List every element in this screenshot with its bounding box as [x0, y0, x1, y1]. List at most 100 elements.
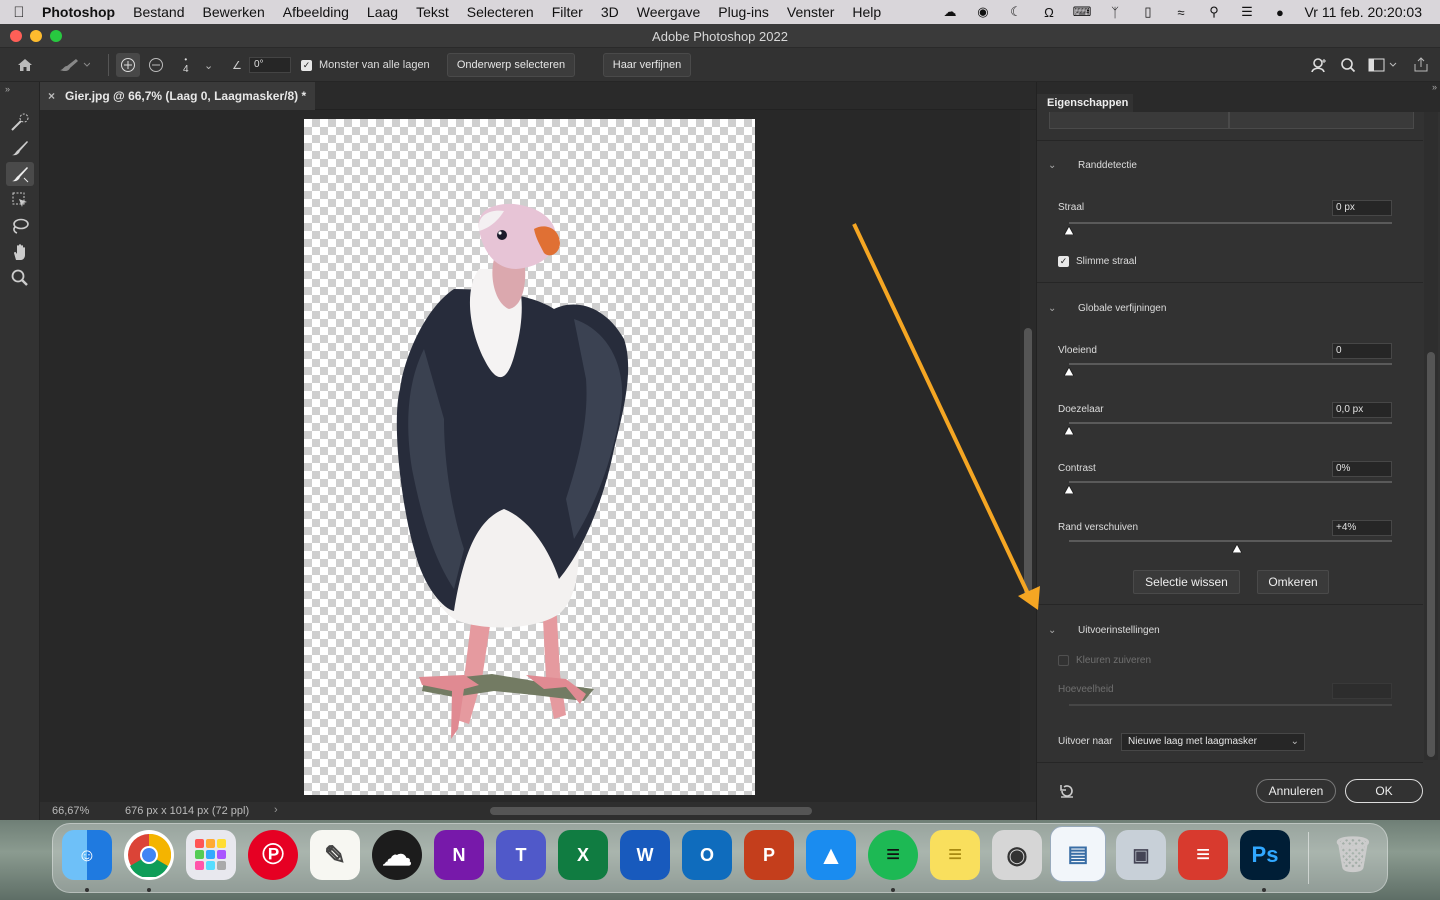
- share-user-icon[interactable]: [1310, 48, 1328, 82]
- partial-mode-button-right[interactable]: [1229, 112, 1414, 129]
- canvas-vertical-scroll-thumb[interactable]: [1024, 328, 1032, 598]
- pinterest-icon[interactable]: ℗: [248, 830, 298, 880]
- decontaminate-colors-checkbox[interactable]: [1058, 655, 1069, 666]
- search-icon[interactable]: [1340, 48, 1356, 82]
- lasso-tool-icon[interactable]: [6, 214, 34, 238]
- wifi-icon[interactable]: ≈: [1164, 5, 1197, 20]
- shift-edge-field[interactable]: +4%: [1332, 520, 1392, 536]
- launchpad-icon[interactable]: [186, 830, 236, 880]
- menu-laag[interactable]: Laag: [358, 4, 407, 20]
- menu-app-photoshop[interactable]: Photoshop: [38, 4, 124, 20]
- document-tab[interactable]: × Gier.jpg @ 66,7% (Laag 0, Laagmasker/8…: [40, 82, 315, 110]
- spotlight-search-icon[interactable]: ⚲: [1197, 4, 1230, 20]
- keynote-icon[interactable]: ▲: [806, 830, 856, 880]
- photoshop-dock-icon[interactable]: Ps: [1240, 830, 1290, 880]
- image-canvas[interactable]: [304, 119, 755, 795]
- canvas-vertical-scrollbar[interactable]: [1020, 110, 1036, 802]
- home-icon[interactable]: [16, 48, 34, 82]
- properties-scrollbar[interactable]: [1424, 112, 1438, 760]
- word-icon[interactable]: W: [620, 830, 670, 880]
- angle-field[interactable]: 0°: [249, 57, 291, 73]
- menu-bewerken[interactable]: Bewerken: [193, 4, 273, 20]
- quick-selection-tool-icon[interactable]: [6, 110, 34, 134]
- radius-slider-thumb[interactable]: [1064, 226, 1074, 235]
- control-center-icon[interactable]: ☰: [1230, 4, 1263, 20]
- trash-icon[interactable]: 🗑: [1328, 830, 1378, 880]
- outlook-icon[interactable]: O: [682, 830, 732, 880]
- reset-icon[interactable]: [1058, 782, 1076, 805]
- invert-button[interactable]: Omkeren: [1257, 570, 1329, 594]
- canvas-horizontal-scroll-thumb[interactable]: [490, 807, 812, 815]
- edge-detection-header[interactable]: ⌄ Randdetectie: [1048, 157, 1137, 173]
- chevron-down-icon[interactable]: ⌄: [1048, 303, 1058, 314]
- shift-edge-slider-track[interactable]: [1069, 540, 1392, 542]
- brush-size-picker[interactable]: • 4: [183, 48, 189, 82]
- menu-bestand[interactable]: Bestand: [124, 4, 193, 20]
- output-to-select[interactable]: Nieuwe laag met laagmasker ⌄: [1121, 733, 1305, 751]
- smooth-slider-track[interactable]: [1069, 363, 1392, 365]
- screenshot-icon[interactable]: ◉: [992, 830, 1042, 880]
- menu-venster[interactable]: Venster: [778, 4, 843, 20]
- contrast-field[interactable]: 0%: [1332, 461, 1392, 477]
- menu-3d[interactable]: 3D: [592, 4, 628, 20]
- menu-filter[interactable]: Filter: [543, 4, 592, 20]
- brush-tool-icon[interactable]: [6, 136, 34, 160]
- menu-plug-ins[interactable]: Plug-ins: [709, 4, 778, 20]
- battery-icon[interactable]: ▯: [1131, 4, 1164, 20]
- contrast-slider-thumb[interactable]: [1064, 485, 1074, 494]
- spotify-icon[interactable]: ≡: [868, 830, 918, 880]
- moon-icon[interactable]: ☾: [999, 4, 1032, 20]
- apple-icon[interactable]: : [0, 4, 38, 21]
- preview-icon[interactable]: ▣: [1116, 830, 1166, 880]
- share-export-icon[interactable]: [1413, 48, 1429, 82]
- menu-help[interactable]: Help: [843, 4, 890, 20]
- menu-afbeelding[interactable]: Afbeelding: [274, 4, 358, 20]
- sample-all-layers-checkbox[interactable]: ✓: [301, 59, 312, 71]
- powerpoint-icon[interactable]: P: [744, 830, 794, 880]
- todoist-icon[interactable]: ≡: [1178, 830, 1228, 880]
- object-selection-tool-icon[interactable]: [6, 188, 34, 212]
- refine-brush-preset-icon[interactable]: [58, 48, 90, 82]
- chevron-down-icon[interactable]: ⌄: [204, 48, 213, 82]
- refine-edge-brush-tool-icon[interactable]: [6, 162, 34, 186]
- menu-tekst[interactable]: Tekst: [407, 4, 458, 20]
- chevron-down-icon[interactable]: ⌄: [1048, 160, 1058, 171]
- radius-slider-track[interactable]: [1069, 222, 1392, 224]
- select-subject-button[interactable]: Onderwerp selecteren: [447, 53, 575, 77]
- menu-selecteren[interactable]: Selecteren: [458, 4, 543, 20]
- chevron-down-icon[interactable]: ⌄: [1048, 625, 1058, 636]
- cancel-button[interactable]: Annuleren: [1256, 779, 1336, 803]
- shift-edge-slider-thumb[interactable]: [1231, 544, 1242, 553]
- close-document-icon[interactable]: ×: [48, 89, 55, 103]
- canvas-workspace[interactable]: [40, 110, 1020, 802]
- radius-field[interactable]: 0 px: [1332, 200, 1392, 216]
- siri-icon[interactable]: ●: [1263, 5, 1296, 20]
- feather-slider-thumb[interactable]: [1064, 426, 1074, 435]
- ok-button[interactable]: OK: [1345, 779, 1423, 803]
- chevron-right-icon[interactable]: ›: [274, 804, 278, 816]
- textedit-icon[interactable]: ✎: [310, 830, 360, 880]
- menubar-clock[interactable]: Vr 11 feb. 20:20:03: [1296, 4, 1440, 20]
- keyboard-icon[interactable]: ⌨: [1065, 4, 1098, 20]
- menu-weergave[interactable]: Weergave: [628, 4, 710, 20]
- smart-radius-checkbox[interactable]: ✓: [1058, 256, 1069, 267]
- teams-icon[interactable]: T: [496, 830, 546, 880]
- smooth-slider-thumb[interactable]: [1064, 367, 1074, 376]
- properties-tab[interactable]: Eigenschappen: [1037, 94, 1133, 112]
- zoom-level[interactable]: 66,67%: [52, 805, 89, 817]
- partial-mode-button-left[interactable]: [1049, 112, 1229, 129]
- output-settings-header[interactable]: ⌄ Uitvoerinstellingen: [1048, 622, 1160, 638]
- preview-windows-icon[interactable]: ▤: [1050, 826, 1106, 882]
- refine-hair-button[interactable]: Haar verfijnen: [603, 53, 691, 77]
- smooth-field[interactable]: 0: [1332, 343, 1392, 359]
- headphones-icon[interactable]: Ω: [1032, 5, 1065, 20]
- feather-slider-track[interactable]: [1069, 422, 1392, 424]
- cloud-app-icon[interactable]: ☁: [372, 830, 422, 880]
- expand-toolbar-icon[interactable]: »: [5, 84, 10, 94]
- feather-field[interactable]: 0,0 px: [1332, 402, 1392, 418]
- subtract-from-selection-icon[interactable]: [148, 48, 164, 82]
- global-refinements-header[interactable]: ⌄ Globale verfijningen: [1048, 300, 1166, 316]
- notes-icon[interactable]: ≡: [930, 830, 980, 880]
- onenote-icon[interactable]: N: [434, 830, 484, 880]
- contrast-slider-track[interactable]: [1069, 481, 1392, 483]
